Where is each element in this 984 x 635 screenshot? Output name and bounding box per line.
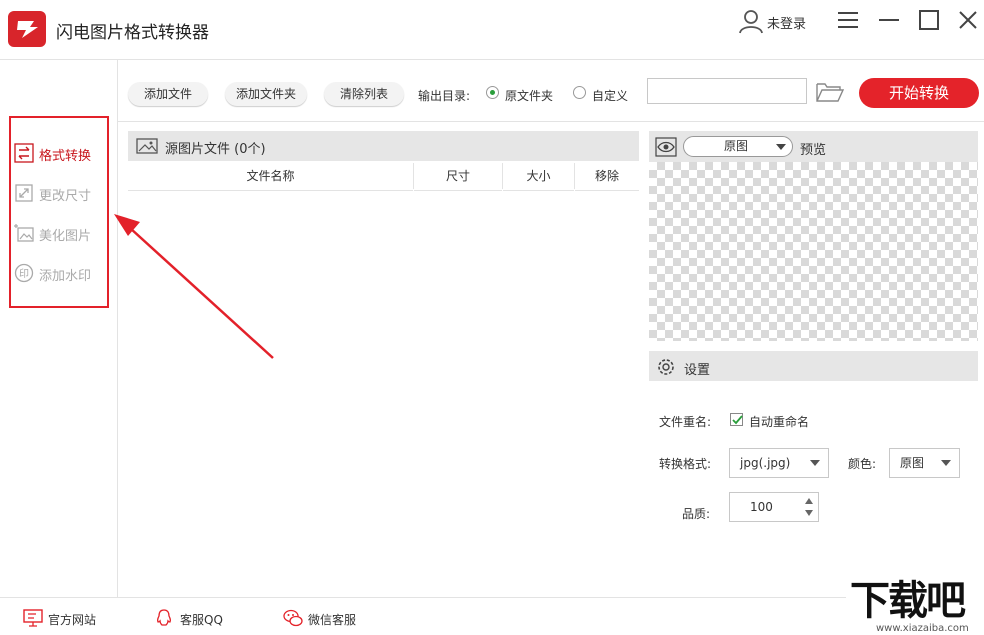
sidebar: 格式转换 更改尺寸 美化图片 印 添加水印 <box>0 60 118 597</box>
sidebar-item-resize[interactable]: 更改尺寸 <box>14 181 104 205</box>
folder-open-icon[interactable] <box>816 81 844 103</box>
convert-icon <box>14 143 34 163</box>
quality-stepper[interactable]: 100 <box>729 492 819 522</box>
user-status-label: 未登录 <box>767 17 807 32</box>
column-header-size[interactable]: 尺寸 <box>414 161 502 191</box>
preview-mode-value: 原图 <box>724 139 749 153</box>
column-header-name[interactable]: 文件名称 <box>128 161 413 191</box>
sidebar-item-label: 添加水印 <box>39 269 92 284</box>
watermark-url: www.xiazaiba.com <box>876 623 969 634</box>
auto-rename-checkbox[interactable] <box>730 413 743 426</box>
column-header-filesize[interactable]: 大小 <box>503 161 574 191</box>
file-list-header: 源图片文件 (0个) <box>128 131 639 161</box>
stepper-up-icon[interactable] <box>805 498 813 504</box>
sidebar-item-label: 更改尺寸 <box>39 189 92 204</box>
wechat-icon <box>283 609 303 627</box>
menu-icon[interactable] <box>836 8 860 32</box>
maximize-icon[interactable] <box>917 8 941 32</box>
add-file-button[interactable]: 添加文件 <box>128 82 208 106</box>
close-icon[interactable] <box>956 8 980 32</box>
radio-original-label: 原文件夹 <box>505 89 554 103</box>
eye-icon <box>655 137 677 157</box>
watermark-logo-text: 下载吧 <box>850 578 966 624</box>
beautify-icon <box>14 224 34 242</box>
chevron-down-icon <box>776 144 786 150</box>
output-dir-label: 输出目录: <box>418 89 471 103</box>
watermark-icon: 印 <box>14 263 34 283</box>
format-select[interactable]: jpg(.jpg) <box>729 448 829 478</box>
image-icon <box>136 138 158 154</box>
radio-custom-label: 自定义 <box>592 89 629 103</box>
minimize-icon[interactable] <box>877 8 901 32</box>
output-path-input[interactable] <box>647 78 807 104</box>
qq-support-label: 客服QQ <box>180 613 223 627</box>
file-list-title: 源图片文件 (0个) <box>165 142 266 157</box>
official-website-label: 官方网站 <box>48 613 97 627</box>
settings-header: 设置 <box>649 351 978 381</box>
color-select[interactable]: 原图 <box>889 448 960 478</box>
radio-custom-folder[interactable] <box>573 86 586 99</box>
sidebar-item-label: 格式转换 <box>39 149 92 164</box>
user-icon <box>739 10 763 34</box>
resize-icon <box>15 184 33 202</box>
quality-label: 品质: <box>682 507 711 521</box>
color-label: 颜色: <box>848 457 877 471</box>
preview-header: 原图 预览 <box>649 131 978 162</box>
qq-icon <box>156 609 172 626</box>
wechat-support-label: 微信客服 <box>308 613 357 627</box>
sidebar-item-watermark[interactable]: 印 添加水印 <box>14 261 104 285</box>
sidebar-item-label: 美化图片 <box>39 229 92 244</box>
chevron-down-icon <box>941 460 951 466</box>
login-button[interactable]: 未登录 <box>738 8 818 34</box>
format-value: jpg(.jpg) <box>740 456 791 470</box>
preview-label: 预览 <box>800 143 827 158</box>
svg-text:印: 印 <box>19 268 29 280</box>
stepper-down-icon[interactable] <box>805 510 813 516</box>
rename-label: 文件重名: <box>659 415 712 429</box>
app-logo-icon <box>8 11 46 47</box>
format-label: 转换格式: <box>659 457 712 471</box>
start-convert-button[interactable]: 开始转换 <box>859 78 979 108</box>
site-watermark: 下载吧 www.xiazaiba.com <box>846 578 984 635</box>
column-header-remove[interactable]: 移除 <box>575 161 639 191</box>
sidebar-item-beautify[interactable]: 美化图片 <box>14 221 104 245</box>
add-folder-button[interactable]: 添加文件夹 <box>225 82 307 106</box>
gear-icon <box>658 359 674 375</box>
settings-title: 设置 <box>684 363 711 378</box>
color-value: 原图 <box>900 456 925 470</box>
preview-canvas <box>649 162 978 341</box>
preview-mode-select[interactable]: 原图 <box>683 136 793 157</box>
app-title: 闪电图片格式转换器 <box>56 23 209 43</box>
title-bar: 闪电图片格式转换器 未登录 <box>0 0 984 60</box>
sidebar-item-convert[interactable]: 格式转换 <box>14 141 104 165</box>
monitor-icon <box>23 609 43 627</box>
quality-value: 100 <box>750 500 773 514</box>
auto-rename-label: 自动重命名 <box>749 415 810 429</box>
radio-original-folder[interactable] <box>486 86 499 99</box>
footer: 官方网站 客服QQ 微信客服 <box>0 597 984 635</box>
chevron-down-icon <box>810 460 820 466</box>
clear-list-button[interactable]: 清除列表 <box>324 82 404 106</box>
toolbar: 添加文件 添加文件夹 清除列表 输出目录: 原文件夹 自定义 开始转换 <box>118 60 984 122</box>
